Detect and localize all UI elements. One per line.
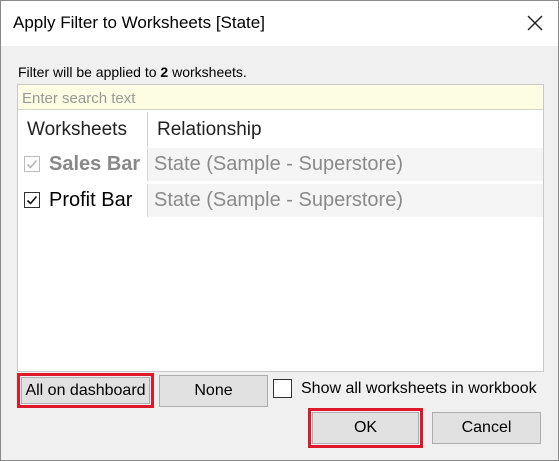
relationship-cell: State (Sample - Superstore) — [148, 148, 543, 181]
worksheet-cell: Sales Bar — [18, 148, 148, 181]
worksheet-cell: Profit Bar — [18, 184, 148, 217]
close-icon[interactable] — [524, 12, 546, 34]
none-button[interactable]: None — [159, 375, 268, 407]
info-suffix: worksheets. — [168, 64, 247, 80]
worksheet-name: Sales Bar — [49, 153, 141, 175]
title-bar: Apply Filter to Worksheets [State] — [1, 1, 558, 46]
apply-filter-dialog: Apply Filter to Worksheets [State] Filte… — [0, 0, 559, 461]
show-all-label: Show all worksheets in workbook — [301, 380, 537, 397]
relationship-value: State (Sample - Superstore) — [154, 153, 403, 175]
show-all-checkbox[interactable] — [273, 379, 292, 398]
table-row[interactable]: Profit Bar State (Sample - Superstore) — [18, 184, 543, 217]
cancel-button[interactable]: Cancel — [432, 412, 541, 444]
relationship-cell: State (Sample - Superstore) — [148, 184, 543, 217]
table-row[interactable]: Sales Bar State (Sample - Superstore) — [18, 148, 543, 181]
worksheet-checkbox[interactable] — [24, 192, 40, 208]
ok-button[interactable]: OK — [312, 412, 419, 444]
worksheet-checkbox[interactable] — [24, 156, 40, 172]
search-input[interactable] — [18, 85, 526, 111]
column-header-worksheets[interactable]: Worksheets — [18, 112, 148, 147]
filter-info-text: Filter will be applied to 2 worksheets. — [18, 64, 247, 80]
all-on-dashboard-button[interactable]: All on dashboard — [21, 377, 150, 404]
dialog-title: Apply Filter to Worksheets [State] — [13, 13, 265, 32]
info-prefix: Filter will be applied to — [18, 64, 161, 80]
table-header: Worksheets Relationship — [18, 112, 543, 147]
relationship-value: State (Sample - Superstore) — [154, 189, 403, 211]
column-header-relationship[interactable]: Relationship — [148, 112, 543, 147]
worksheet-name: Profit Bar — [49, 189, 133, 211]
worksheet-list-panel: Worksheets Relationship Sales Bar State … — [17, 84, 544, 372]
search-box — [18, 85, 543, 111]
